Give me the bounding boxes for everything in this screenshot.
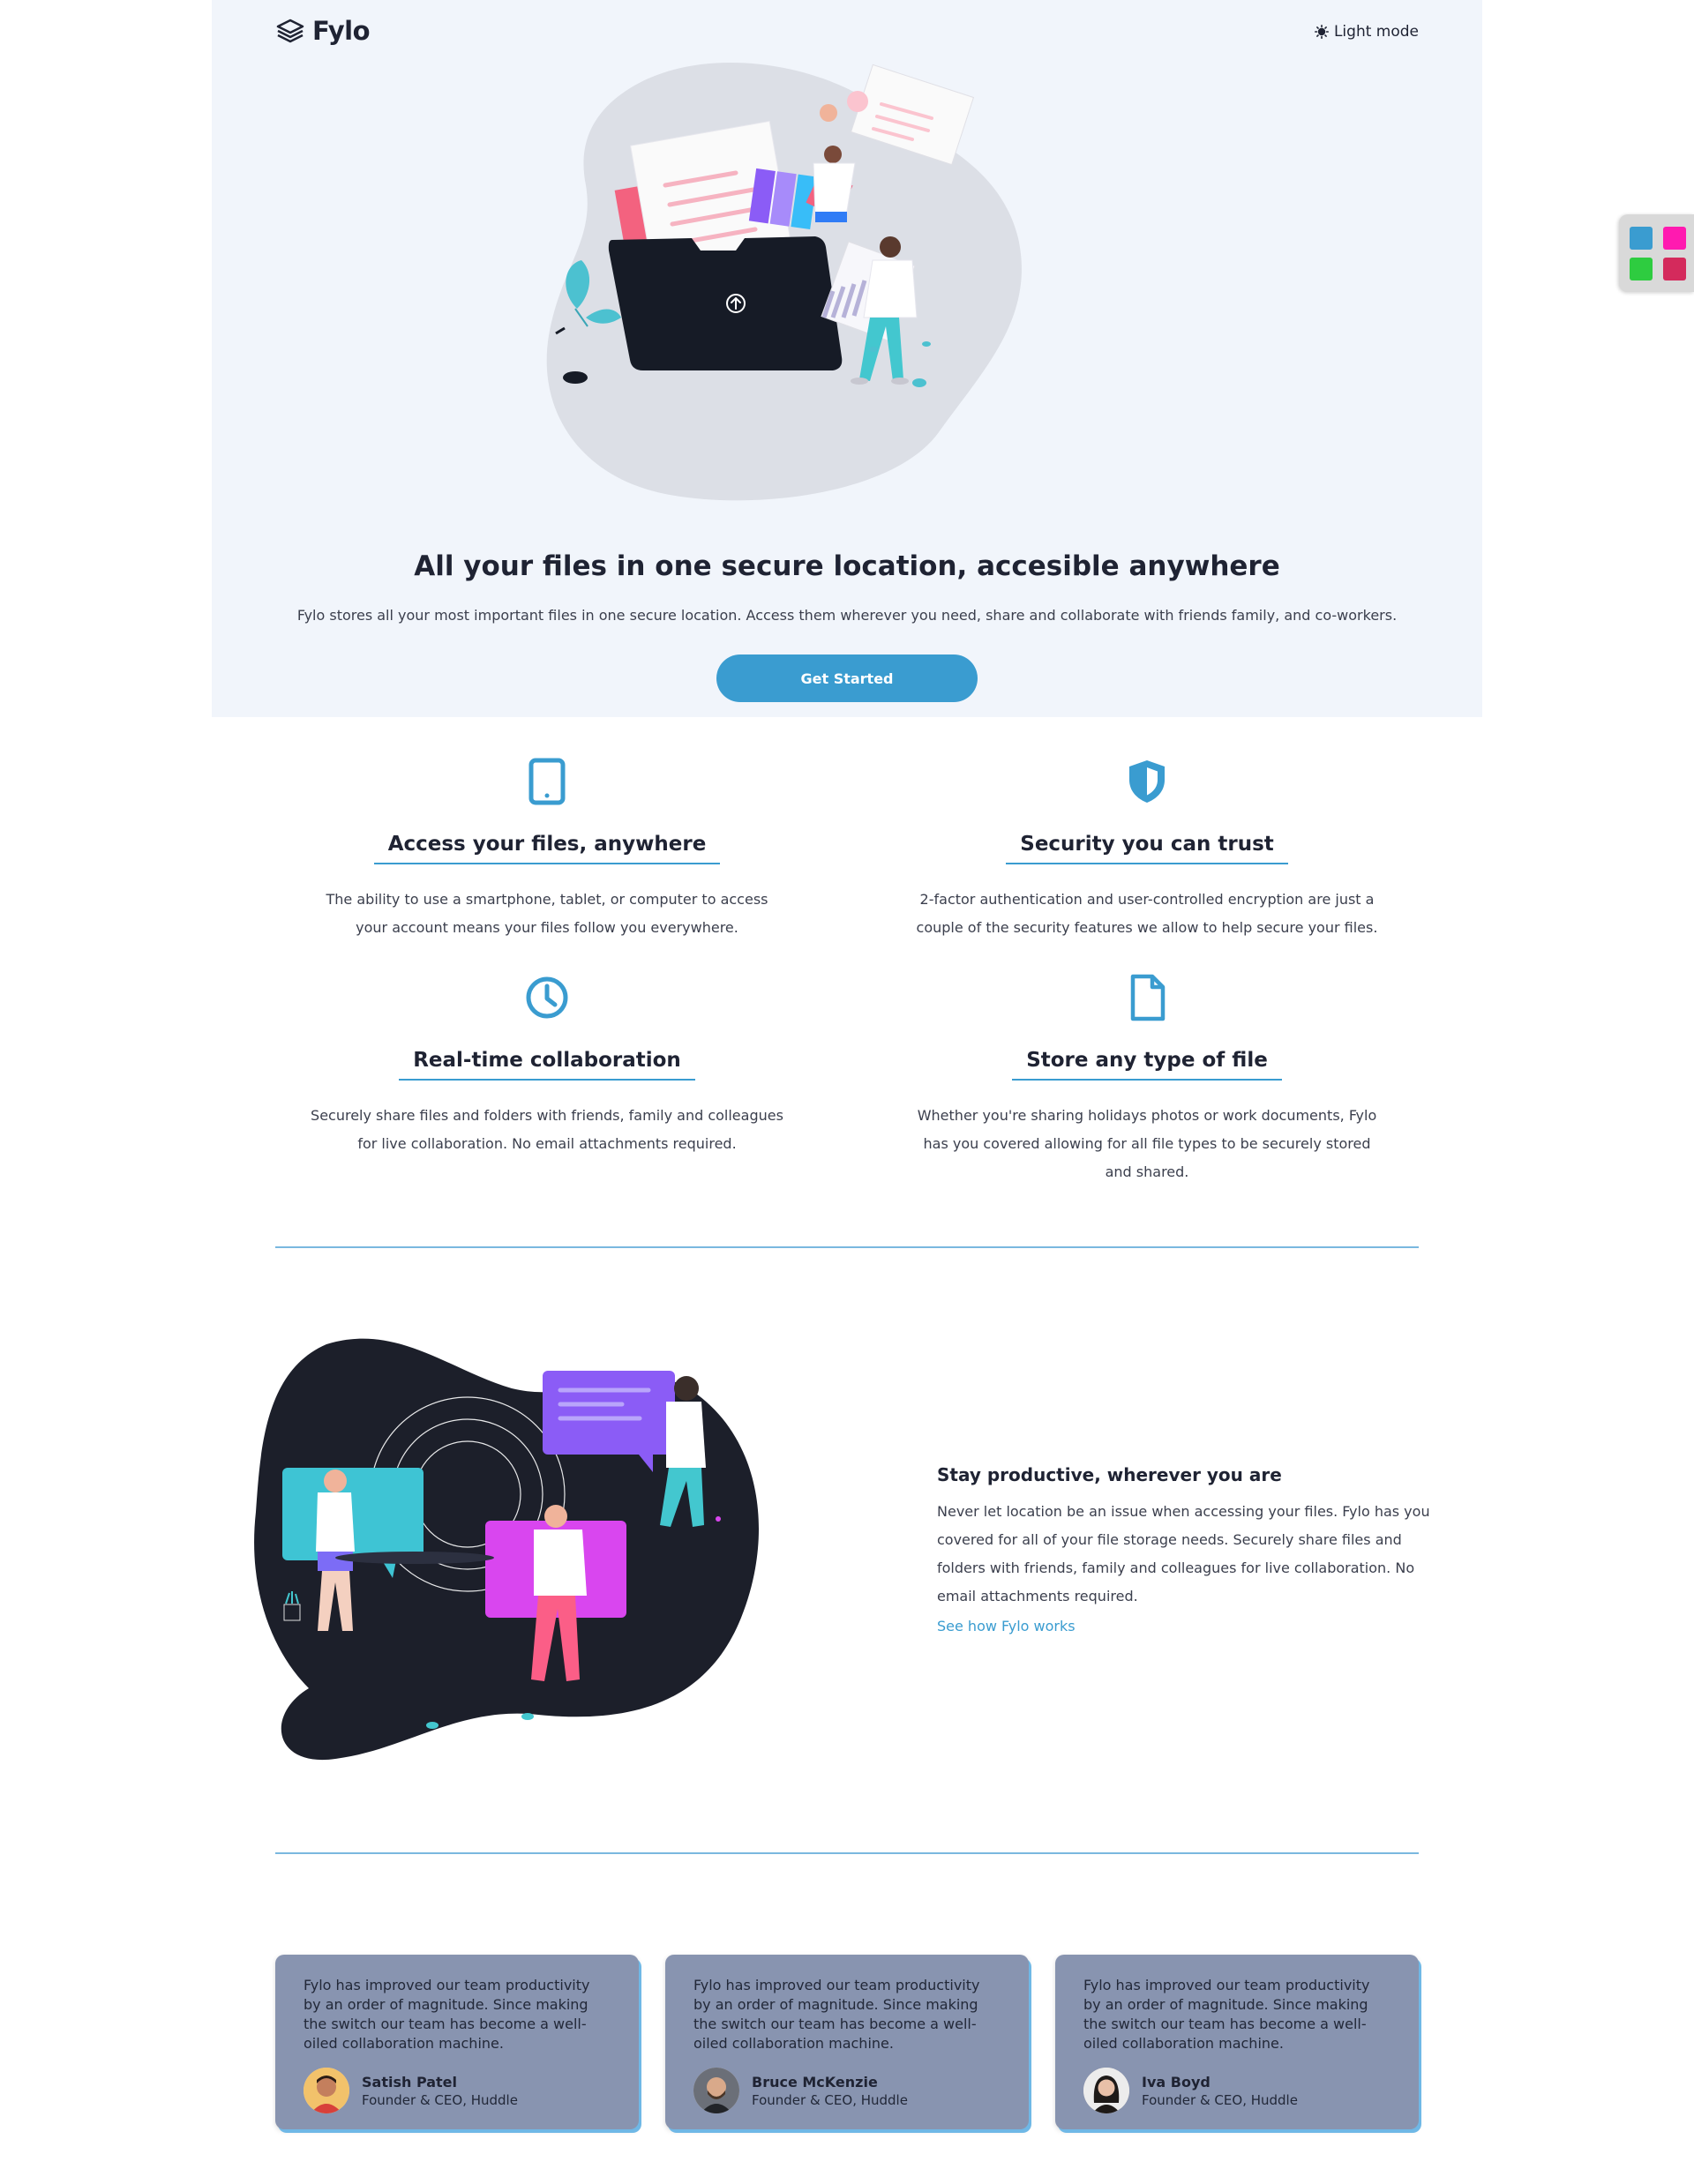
testimonial-author: Bruce McKenzie Founder & CEO, Huddle: [693, 2068, 908, 2113]
testimonials-section: Fylo has improved our team productivity …: [275, 1955, 1422, 2131]
testimonial-quote: Fylo has improved our team productivity …: [1083, 1977, 1370, 2052]
features-section: Access your files, anywhere The ability …: [212, 741, 1482, 1182]
testimonial-card: Fylo has improved our team productivity …: [1055, 1955, 1419, 2129]
productivity-body: Never let location be an issue when acce…: [937, 1503, 1430, 1604]
clock-icon: [526, 976, 568, 1019]
feature-title: Security you can trust: [1006, 833, 1288, 864]
author-name: Iva Boyd: [1142, 2073, 1211, 2091]
avatar: [304, 2068, 349, 2113]
author-name: Satish Patel: [362, 2073, 458, 2091]
feature-title: Access your files, anywhere: [373, 833, 721, 864]
feature-collaboration: Real-time collaboration Securely share f…: [282, 973, 812, 1158]
feature-store: Store any type of file Whether you're sh…: [882, 973, 1412, 1186]
get-started-button[interactable]: Get Started: [716, 654, 978, 702]
testimonial-author: Satish Patel Founder & CEO, Huddle: [304, 2068, 518, 2113]
hero-title: All your files in one secure location, a…: [414, 550, 1280, 582]
testimonial-quote: Fylo has improved our team productivity …: [304, 1977, 590, 2052]
feature-access: Access your files, anywhere The ability …: [282, 757, 812, 942]
theme-switcher: [1619, 214, 1694, 292]
hero-section: Fylo Light mode All your files in one se…: [212, 0, 1482, 717]
author-name: Bruce McKenzie: [752, 2073, 878, 2091]
logo[interactable]: Fylo: [275, 16, 371, 46]
hero-illustration: [546, 63, 1022, 501]
theme-swatch-red[interactable]: [1663, 258, 1686, 280]
logo-text: Fylo: [312, 16, 371, 46]
theme-swatch-pink[interactable]: [1663, 227, 1686, 250]
light-mode-toggle[interactable]: Light mode: [1314, 23, 1419, 41]
productivity-illustration: [254, 1338, 759, 1761]
testimonial-card: Fylo has improved our team productivity …: [275, 1955, 639, 2129]
author-role: Founder & CEO, Huddle: [362, 2091, 518, 2108]
testimonial-quote: Fylo has improved our team productivity …: [693, 1977, 980, 2052]
avatar: [1083, 2068, 1129, 2113]
shield-icon: [1129, 760, 1165, 803]
author-role: Founder & CEO, Huddle: [752, 2091, 908, 2108]
mode-label: Light mode: [1333, 23, 1419, 41]
productivity-text: Stay productive, wherever you are Never …: [937, 1464, 1431, 1634]
feature-text: The ability to use a smartphone, tablet,…: [326, 891, 768, 936]
file-icon: [1130, 974, 1166, 1021]
sun-icon: [1314, 25, 1329, 39]
tablet-icon: [528, 758, 566, 805]
see-how-fylo-works-link[interactable]: See how Fylo works: [937, 1618, 1076, 1634]
author-role: Founder & CEO, Huddle: [1142, 2091, 1298, 2108]
feature-title: Store any type of file: [1012, 1049, 1282, 1081]
section-divider: [275, 1852, 1419, 1854]
layers-logo-icon: [276, 19, 304, 43]
feature-title: Real-time collaboration: [399, 1049, 695, 1081]
section-divider: [275, 1246, 1419, 1248]
avatar: [693, 2068, 739, 2113]
testimonial-author: Iva Boyd Founder & CEO, Huddle: [1083, 2068, 1298, 2113]
theme-swatch-green[interactable]: [1630, 258, 1653, 280]
testimonial-card: Fylo has improved our team productivity …: [665, 1955, 1029, 2129]
feature-text: Securely share files and folders with fr…: [311, 1107, 783, 1152]
hero-subtitle: Fylo stores all your most important file…: [296, 607, 1398, 624]
feature-text: 2-factor authentication and user-control…: [916, 891, 1378, 936]
feature-text: Whether you're sharing holidays photos o…: [917, 1107, 1377, 1180]
productivity-title: Stay productive, wherever you are: [937, 1464, 1282, 1485]
feature-security: Security you can trust 2-factor authenti…: [882, 757, 1412, 942]
theme-swatch-blue[interactable]: [1630, 227, 1653, 250]
